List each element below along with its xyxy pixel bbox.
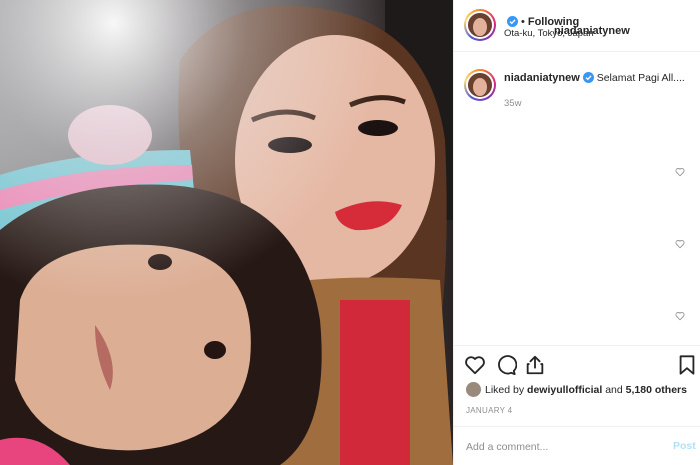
caption-avatar[interactable]: [464, 69, 496, 101]
avatar[interactable]: [464, 9, 496, 41]
liker-avatar[interactable]: [466, 382, 481, 397]
location-link[interactable]: Ota-ku, Tokyo, Japan: [504, 28, 594, 39]
post-actions: Liked by dewiyullofficial and 5,180 othe…: [454, 345, 700, 465]
caption: niadaniatynew Selamat Pagi All....: [504, 72, 685, 84]
comment-like-heart-icon[interactable]: [675, 167, 685, 177]
caption-username[interactable]: niadaniatynew: [504, 72, 580, 84]
post-date[interactable]: JANUARY 4: [466, 406, 512, 415]
likes-summary: Liked by dewiyullofficial and 5,180 othe…: [466, 382, 687, 398]
comment-input[interactable]: [466, 439, 656, 455]
verified-badge-icon: [507, 16, 518, 27]
caption-avatar-image: [468, 73, 492, 97]
comment-like-heart-icon[interactable]: [675, 311, 685, 321]
post-header: niadaniatynew • Following Ota-ku, Tokyo, J…: [454, 0, 700, 52]
verified-badge-icon: [582, 72, 594, 83]
bookmark-icon[interactable]: [676, 354, 698, 376]
comment-like-heart-icon[interactable]: [675, 239, 685, 249]
likes-others-link[interactable]: 5,180 others: [626, 384, 687, 396]
likes-conjunction: and: [605, 384, 623, 396]
comment-bar: Post: [454, 426, 700, 465]
caption-age[interactable]: 35w: [504, 98, 521, 109]
comment-bubble-icon[interactable]: [495, 354, 517, 376]
heart-icon[interactable]: [464, 354, 486, 376]
separator-dot: •: [521, 16, 525, 28]
caption-text: Selamat Pagi All....: [596, 72, 685, 84]
post-comment-button[interactable]: Post: [673, 440, 696, 452]
share-icon[interactable]: [524, 354, 546, 376]
comments-area: niadaniatynew Selamat Pagi All.... 35w: [454, 53, 700, 345]
post-sidebar: niadaniatynew • Following Ota-ku, Tokyo, J…: [453, 0, 700, 465]
post-image: [0, 0, 453, 465]
post-photo[interactable]: [0, 0, 453, 465]
liker-username[interactable]: dewiyullofficial: [527, 384, 602, 396]
avatar-image: [468, 13, 492, 37]
likes-prefix: Liked by: [485, 384, 525, 396]
